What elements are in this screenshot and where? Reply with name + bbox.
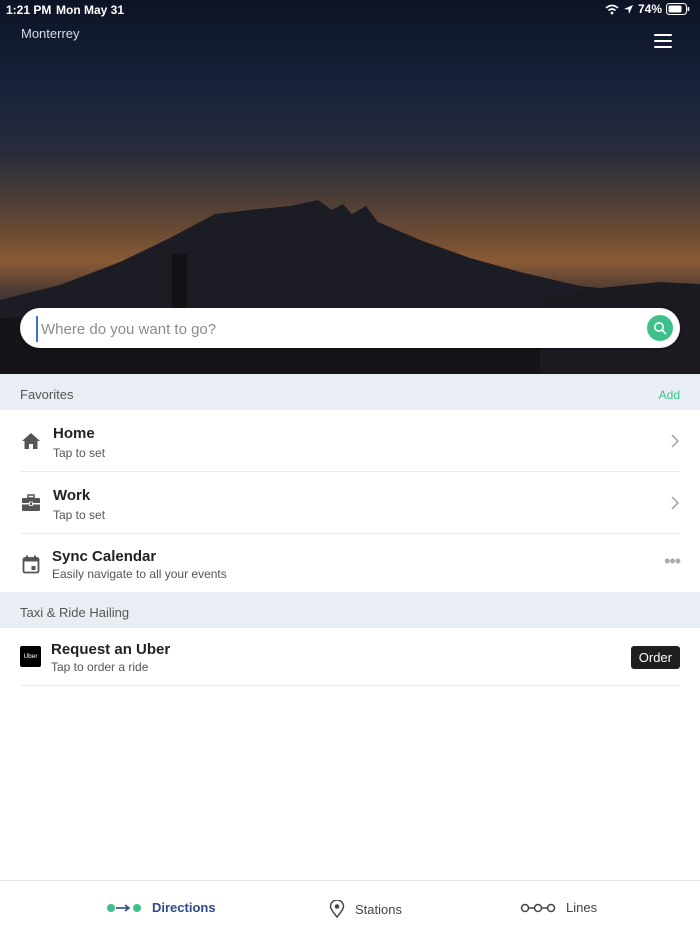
city-name: Monterrey (21, 26, 80, 41)
order-button[interactable]: Order (630, 646, 680, 669)
uber-label: Request an Uber (51, 641, 171, 658)
calendar-icon (20, 553, 42, 575)
chevron-right-icon (671, 496, 680, 510)
search-bar[interactable] (20, 308, 680, 348)
favorite-sub: Easily navigate to all your events (52, 567, 227, 581)
taxi-header: Taxi & Ride Hailing (0, 592, 700, 628)
tab-stations[interactable]: Stations (329, 900, 402, 918)
tab-directions[interactable]: Directions (106, 900, 216, 915)
favorite-sub: Tap to set (53, 508, 106, 522)
status-time: 1:21 PM (6, 3, 52, 17)
wifi-icon (605, 4, 619, 14)
menu-button[interactable] (654, 34, 676, 50)
more-options-icon[interactable]: ••• (664, 551, 681, 572)
search-input[interactable] (36, 316, 643, 342)
favorite-label: Work (53, 487, 91, 504)
tab-label: Stations (355, 901, 402, 917)
favorite-sync-calendar[interactable]: Sync Calendar Easily navigate to all you… (0, 534, 700, 592)
favorite-sub: Tap to set (53, 446, 106, 460)
status-date: Mon May 31 (56, 3, 125, 17)
add-favorite-button[interactable]: Add (659, 388, 680, 402)
location-arrow-icon (623, 4, 633, 14)
battery-icon (666, 3, 690, 15)
favorite-label: Home (53, 425, 95, 442)
hamburger-icon (654, 34, 676, 48)
battery-percent: 74% (637, 2, 662, 16)
tab-label: Lines (566, 900, 598, 915)
divider (20, 685, 680, 686)
search-icon (654, 322, 667, 335)
favorite-label: Sync Calendar (52, 548, 157, 565)
taxi-title: Taxi & Ride Hailing (20, 605, 130, 620)
briefcase-icon (20, 492, 42, 514)
status-indicators: 74% (605, 2, 690, 16)
tab-bar: Directions Stations Lines (0, 880, 700, 935)
favorites-header: Favorites Add (0, 374, 700, 410)
search-button[interactable] (647, 315, 673, 341)
location-pin-icon (329, 900, 345, 918)
hero-background: 1:21 PM Mon May 31 74% Monterrey (0, 0, 700, 374)
home-icon (20, 430, 42, 452)
directions-icon (107, 903, 141, 912)
chevron-right-icon (671, 434, 680, 448)
uber-sub: Tap to order a ride (51, 660, 149, 674)
uber-logo-icon: Uber (20, 646, 41, 667)
tab-label: Directions (152, 900, 216, 915)
favorite-work[interactable]: Work Tap to set (0, 472, 700, 534)
lines-icon (520, 903, 556, 912)
favorite-home[interactable]: Home Tap to set (0, 410, 700, 472)
request-uber-row[interactable]: Uber Request an Uber Tap to order a ride… (0, 628, 700, 686)
tab-lines[interactable]: Lines (520, 900, 597, 915)
status-bar: 1:21 PM Mon May 31 74% (0, 0, 700, 20)
favorites-title: Favorites (20, 387, 74, 402)
